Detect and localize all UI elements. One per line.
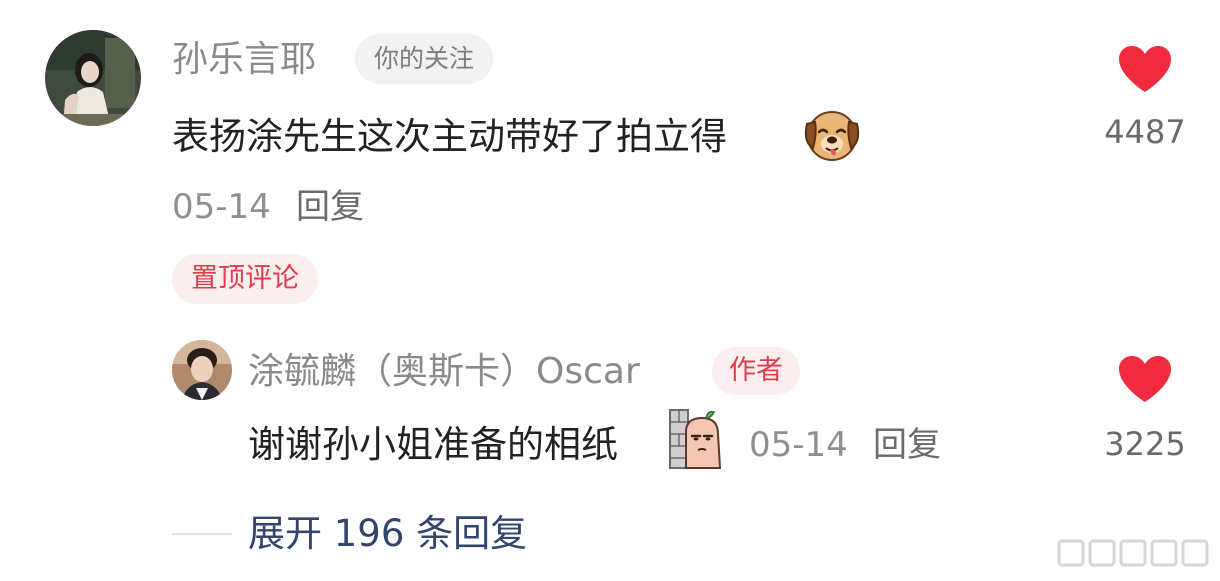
heart-icon — [1119, 356, 1171, 402]
comment-thread: 孙乐言耶 你的关注 表扬涂先生这次主动带好了拍立得 05-14 回复 置顶评论 … — [0, 0, 1220, 581]
reply-text: 谢谢孙小姐准备的相纸 — [248, 423, 618, 466]
reply-date: 05-14 — [749, 425, 848, 465]
comment-text: 表扬涂先生这次主动带好了拍立得 — [172, 115, 727, 158]
comment-date: 05-14 — [172, 187, 271, 227]
author-badge: 作者 — [712, 347, 800, 395]
comment-like-count: 4487 — [1104, 113, 1186, 151]
peeking-wall-emoji — [668, 408, 726, 470]
reply-like-button[interactable] — [1117, 354, 1173, 404]
comment-reply-button[interactable]: 回复 — [296, 190, 364, 224]
dog-emoji — [801, 106, 863, 164]
watermark-logo — [1056, 536, 1210, 574]
reply-author-avatar[interactable] — [172, 340, 232, 400]
commenter-username[interactable]: 孙乐言耶 — [172, 42, 316, 78]
reply-author-username[interactable]: 涂毓麟（奥斯卡）Oscar — [248, 354, 640, 390]
comment-like-button[interactable] — [1117, 44, 1173, 94]
follow-badge: 你的关注 — [355, 34, 494, 84]
expand-divider — [172, 533, 232, 535]
reply-like-count: 3225 — [1104, 425, 1186, 463]
heart-icon — [1119, 46, 1171, 92]
pinned-comment-badge: 置顶评论 — [172, 254, 318, 304]
reply-reply-button[interactable]: 回复 — [873, 428, 941, 462]
expand-replies-button[interactable]: 展开 196 条回复 — [248, 515, 527, 552]
commenter-avatar[interactable] — [45, 30, 141, 126]
